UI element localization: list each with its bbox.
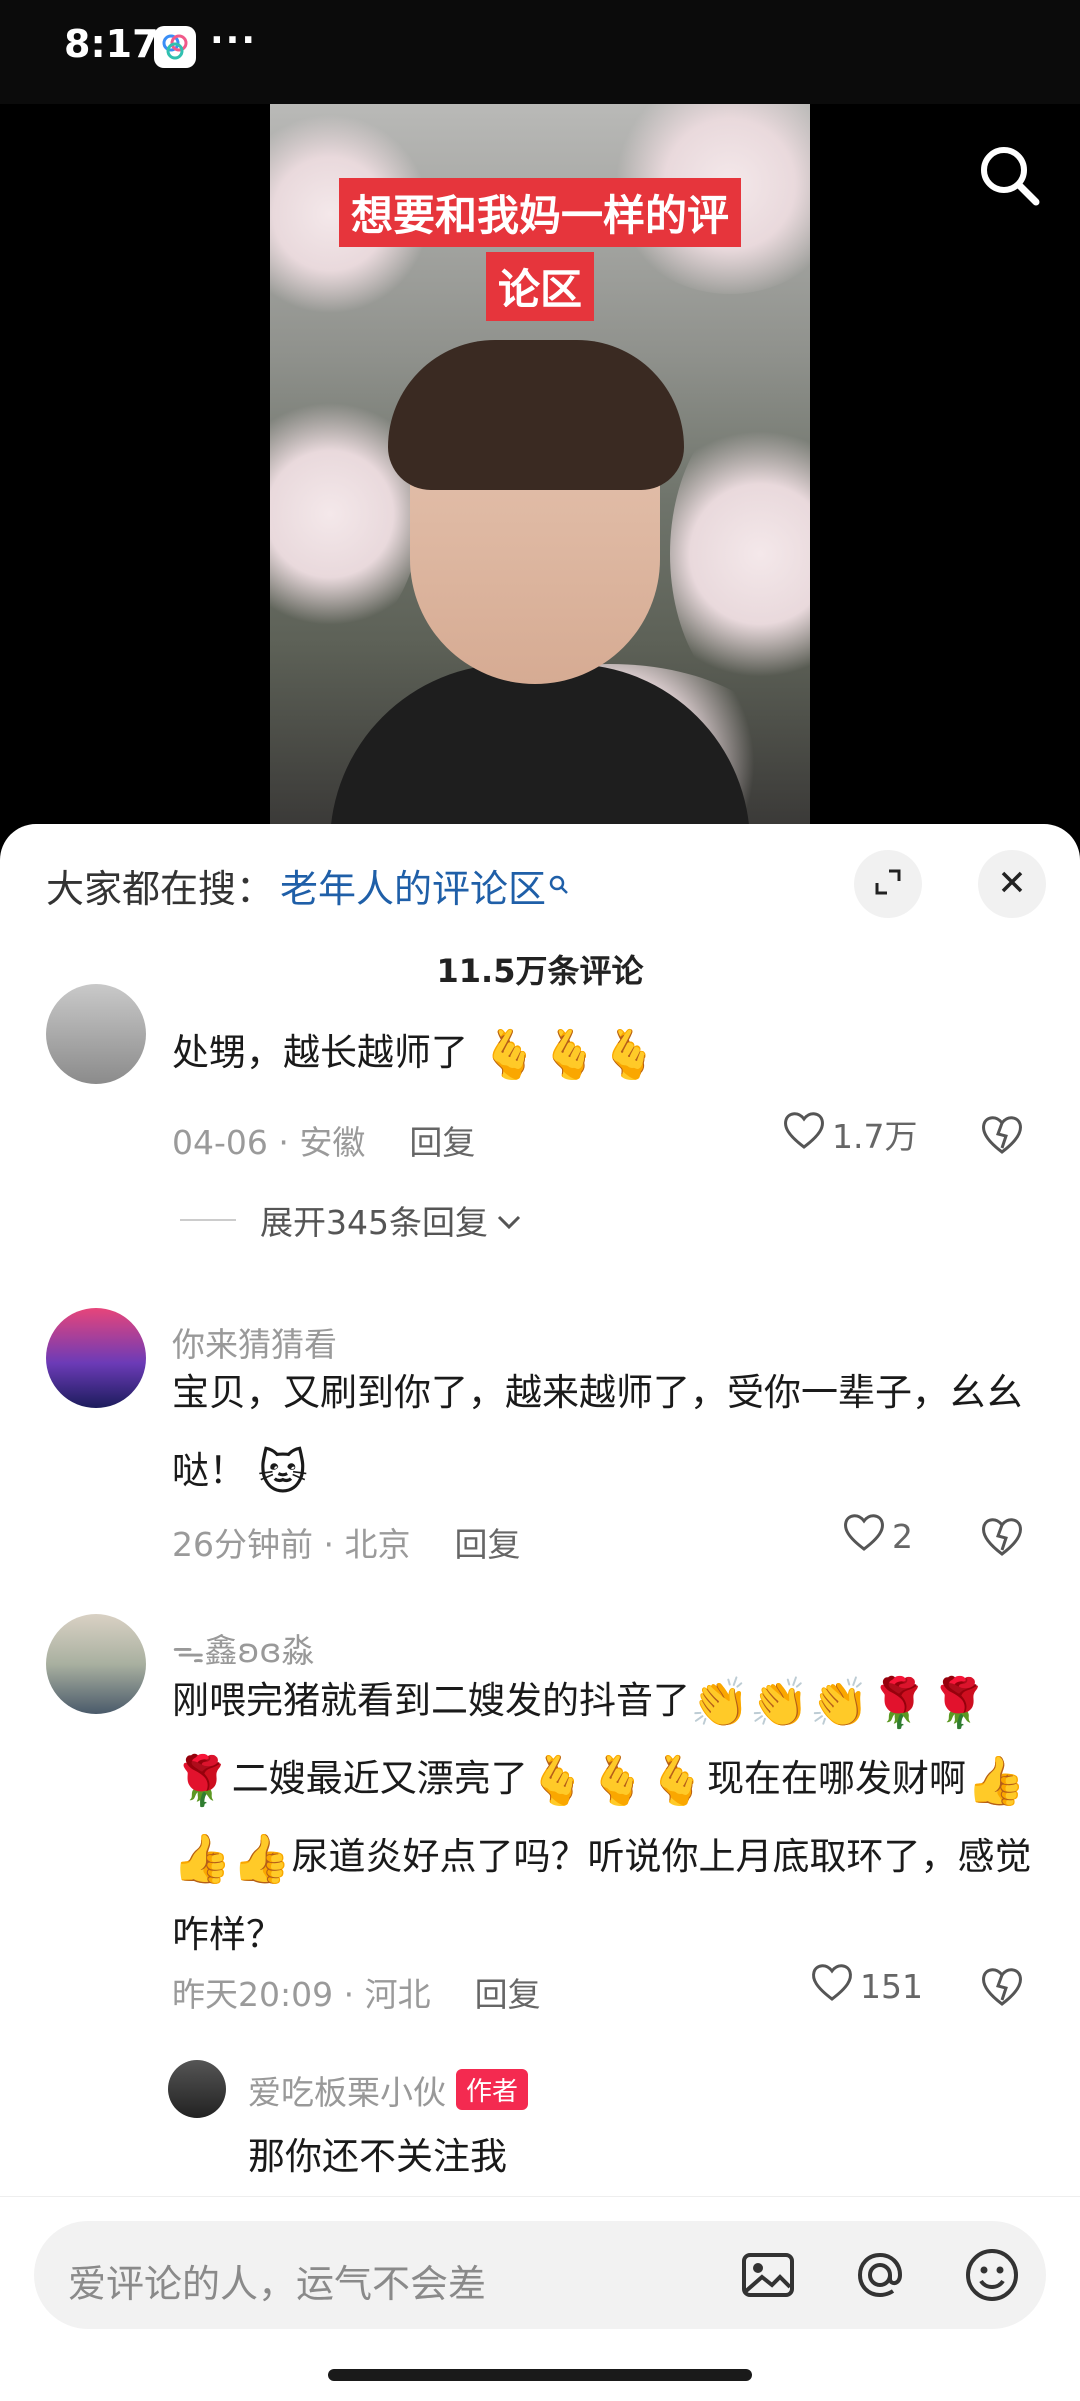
comment-input-placeholder: 爱评论的人，运气不会差 [68,2262,487,2306]
hot-search-keyword[interactable]: 老年人的评论区 [280,867,546,911]
search-small-icon [548,861,570,905]
expand-replies-label: 展开345条回复 [260,1203,488,1242]
avatar[interactable] [46,1308,146,1408]
emoji-icon[interactable] [960,2243,1024,2307]
at-icon[interactable] [848,2243,912,2307]
status-overflow: ··· [210,20,258,61]
heart-icon [842,1512,886,1560]
comment-meta: 昨天20:09 · 河北 回复 [172,1968,541,2016]
hot-search-label: 大家都在搜： [46,867,275,911]
status-time: 8:17 [64,22,159,66]
home-indicator[interactable] [328,2369,752,2381]
like-count: 151 [860,1966,923,2006]
video-caption-line2: 论区 [270,252,810,321]
image-icon[interactable] [736,2243,800,2307]
dislike-icon[interactable] [980,1112,1024,1156]
sub-reply-username[interactable]: 爱吃板栗小伙 [248,2073,446,2112]
dislike-icon[interactable] [980,1514,1024,1558]
hot-search: 大家都在搜： 老年人的评论区 [46,858,570,913]
comment-date: 04-06 · 安徽 [172,1123,366,1162]
sub-reply-avatar[interactable] [168,2060,226,2118]
avatar[interactable] [46,984,146,1084]
reply-button[interactable]: 回复 [409,1123,475,1162]
comment-count: 11.5万条评论 [436,952,644,990]
heart-icon [810,1962,854,2010]
comment-meta: 26分钟前 · 北京 回复 [172,1518,520,1566]
like-button[interactable]: 2 [842,1512,913,1560]
close-button[interactable] [978,850,1046,918]
video-player[interactable]: 想要和我妈一样的评 论区 [0,104,1080,824]
video-thumbnail: 想要和我妈一样的评 论区 [270,104,810,824]
author-badge: 作者 [456,2069,529,2110]
heart-icon [782,1110,826,1158]
app-badge-icon [154,26,196,68]
search-icon[interactable] [974,140,1044,210]
video-caption-line1: 想要和我妈一样的评 [270,178,810,247]
reply-button[interactable]: 回复 [454,1525,520,1564]
comment-input-bar: 爱评论的人，运气不会差 [0,2196,1080,2401]
comment-text: 刚喂完猪就看到二嫂发的抖音了👏👏👏🌹🌹🌹二嫂最近又漂亮了🫰🫰🫰现在在哪发财啊👍👍… [172,1675,1032,1956]
comment-item: ᯓ鑫ʚɞ淼 刚喂完猪就看到二嫂发的抖音了👏👏👏🌹🌹🌹二嫂最近又漂亮了🫰🫰🫰现在在… [0,1604,1080,2204]
like-count: 1.7万 [832,1117,918,1156]
comment-sheet: 大家都在搜： 老年人的评论区 11.5万条评论 处甥，越长越师了 🫰🫰🫰 04-0… [0,824,1080,2400]
sub-reply-header: 爱吃板栗小伙 作者 [248,2066,529,2114]
sub-reply-text: 那你还不关注我 [248,2135,507,2178]
reply-button[interactable]: 回复 [475,1975,541,2014]
comment-date: 26分钟前 · 北京 [172,1525,411,1564]
like-count: 2 [892,1516,913,1556]
status-bar: 8:17 ··· [0,0,1080,104]
expand-button[interactable] [854,850,922,918]
dislike-icon[interactable] [980,1964,1024,2008]
comment-input[interactable]: 爱评论的人，运气不会差 [34,2221,1046,2329]
expand-icon [871,865,905,903]
comment-text: 宝贝，又刷到你了，越来越师了，受你一辈子，幺幺哒！ 🐱 [172,1371,1023,1501]
expand-replies-button[interactable]: 展开345条回复 [180,1196,522,1244]
close-icon [997,867,1027,901]
comment-item: 你来猜猜看 宝贝，又刷到你了，越来越师了，受你一辈子，幺幺哒！ 🐱 26分钟前 … [0,1298,1080,1564]
comment-item: 处甥，越长越师了 🫰🫰🫰 04-06 · 安徽 回复 1.7万 [0,984,1080,1264]
comment-meta: 04-06 · 安徽 回复 [172,1116,475,1164]
avatar[interactable] [46,1614,146,1714]
like-button[interactable]: 151 [810,1962,923,2010]
comment-date: 昨天20:09 · 河北 [172,1975,431,2014]
like-button[interactable]: 1.7万 [782,1110,917,1158]
chevron-down-icon [496,1201,522,1240]
comment-text: 处甥，越长越师了 🫰🫰🫰 [172,1027,660,1083]
